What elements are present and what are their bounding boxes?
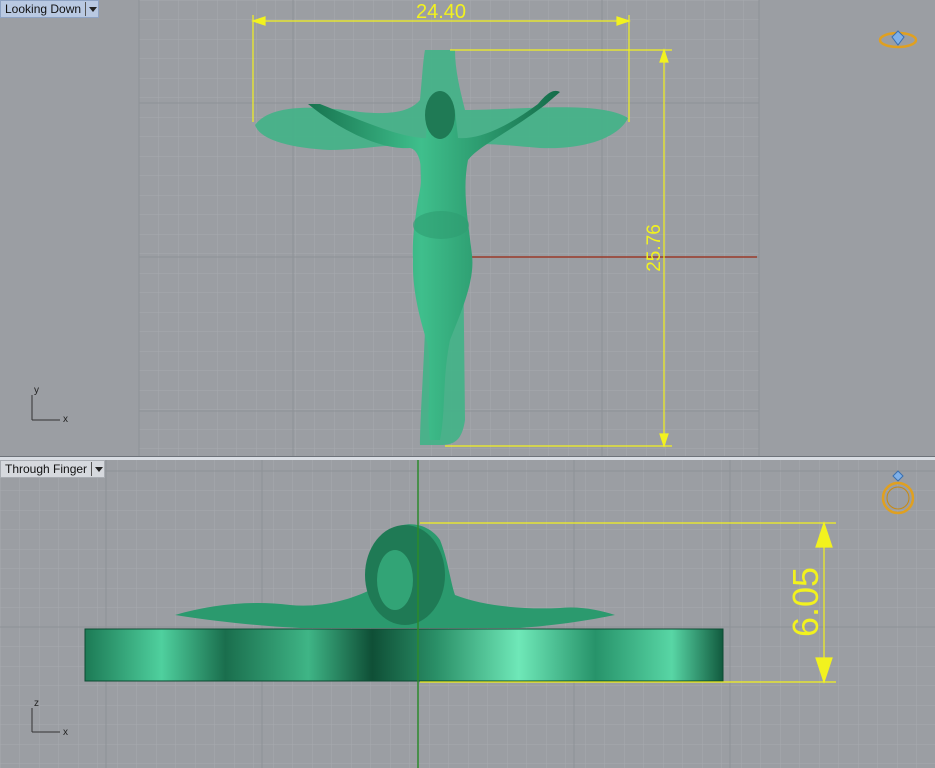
ring-top-view-icon[interactable] — [878, 30, 918, 49]
thickness-dimension-label[interactable]: 6.05 — [785, 567, 826, 637]
ring-band — [84, 628, 724, 682]
width-dimension-label[interactable]: 24.40 — [416, 1, 466, 23]
viewport-label-looking-down[interactable]: Looking Down — [0, 0, 100, 18]
axis-z-label: z — [34, 698, 39, 709]
viewport-looking-down[interactable]: 24.40 25.76 y x Looking Down — [0, 0, 935, 456]
axis-indicator — [31, 395, 60, 421]
axis-y-label: y — [34, 385, 39, 396]
dropdown-caret-icon[interactable] — [91, 462, 104, 476]
axis-x-label: x — [63, 414, 68, 425]
dropdown-caret-icon[interactable] — [85, 2, 98, 16]
bottom-viewport-canvas: 6.05 z x — [0, 460, 935, 768]
viewport-through-finger[interactable]: 6.05 z x Through Finger — [0, 460, 935, 768]
axis-x-label: x — [63, 727, 68, 738]
viewport-title: Looking Down — [5, 2, 82, 16]
viewport-label-through-finger[interactable]: Through Finger — [0, 460, 106, 478]
viewport-title: Through Finger — [5, 462, 88, 476]
height-dimension-label[interactable]: 25.76 — [644, 224, 665, 272]
top-viewport-canvas: 24.40 25.76 y x — [31, 0, 918, 456]
